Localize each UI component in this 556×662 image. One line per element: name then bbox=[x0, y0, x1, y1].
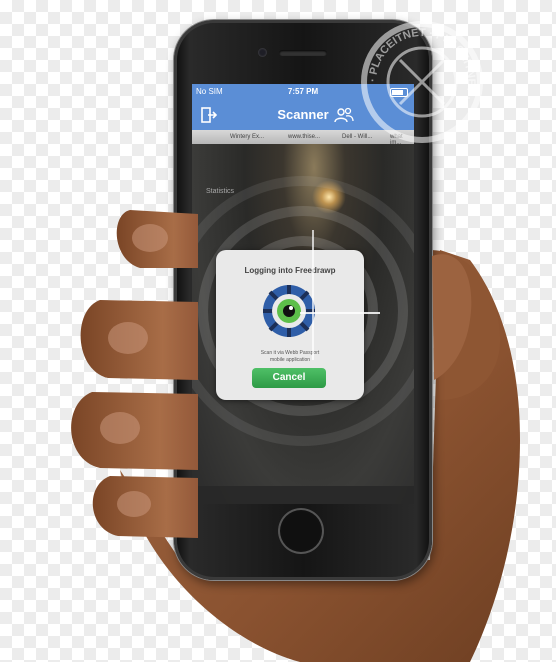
watermark-seal: · PLACEITNET · PLACEITNET · bbox=[361, 21, 483, 143]
scene: No SIM 7:57 PM Scanner Wintery Ex... www… bbox=[0, 0, 556, 662]
